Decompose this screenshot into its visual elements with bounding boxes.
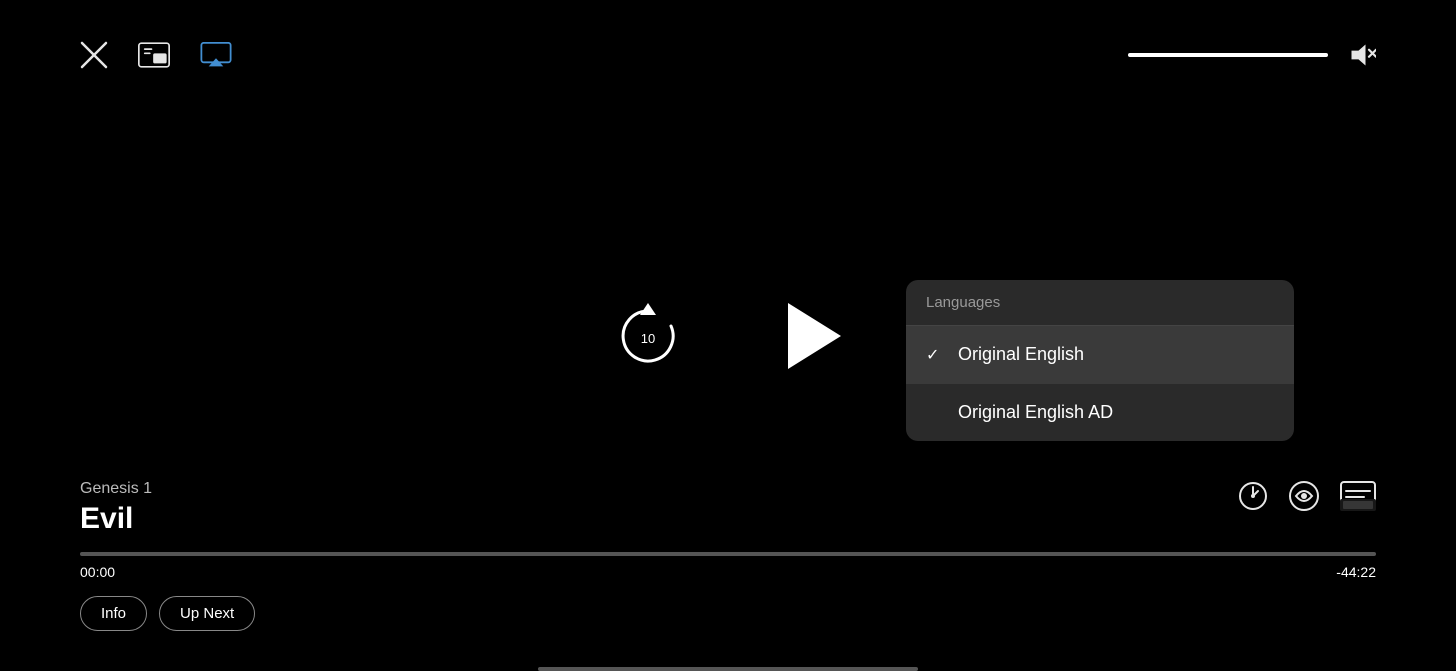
scroll-indicator (538, 667, 918, 671)
up-next-button[interactable]: Up Next (159, 596, 255, 631)
check-icon: ✓ (926, 345, 946, 365)
top-bar (0, 0, 1456, 110)
subtitles-button[interactable] (1340, 481, 1376, 511)
bottom-section: Genesis 1 Evil (0, 480, 1456, 631)
speed-button[interactable] (1238, 481, 1268, 511)
episode-info: Genesis 1 Evil (80, 480, 1376, 536)
audio-button[interactable] (1288, 480, 1320, 512)
top-left-controls (80, 41, 232, 69)
close-button[interactable] (80, 41, 108, 69)
language-option-original-english-ad[interactable]: Original English AD (906, 384, 1294, 441)
center-controls: 10 (613, 301, 843, 371)
replay-button[interactable]: 10 (613, 301, 683, 371)
current-time: 00:00 (80, 564, 115, 580)
language-option-original-english[interactable]: ✓ Original English (906, 326, 1294, 384)
play-button[interactable] (783, 301, 843, 371)
mute-button[interactable] (1348, 41, 1376, 69)
progress-container[interactable] (80, 552, 1376, 556)
languages-dropdown: Languages ✓ Original English Original En… (906, 280, 1294, 441)
airplay-button[interactable] (200, 42, 232, 68)
episode-subtitle: Genesis 1 (80, 480, 152, 498)
episode-title: Evil (80, 502, 152, 536)
dropdown-header: Languages (906, 280, 1294, 326)
episode-text: Genesis 1 Evil (80, 480, 152, 536)
time-row: 00:00 -44:22 (80, 564, 1376, 580)
action-buttons: Info Up Next (80, 596, 1376, 631)
remaining-time: -44:22 (1336, 564, 1376, 580)
language-label-original-english: Original English (958, 344, 1084, 365)
language-label-original-english-ad: Original English AD (958, 402, 1113, 423)
top-right-controls (1128, 41, 1376, 69)
progress-bar[interactable] (80, 552, 1376, 556)
svg-text:10: 10 (641, 331, 655, 346)
volume-slider[interactable] (1128, 53, 1328, 57)
info-button[interactable]: Info (80, 596, 147, 631)
pip-button[interactable] (138, 42, 170, 68)
right-controls (1238, 480, 1376, 512)
